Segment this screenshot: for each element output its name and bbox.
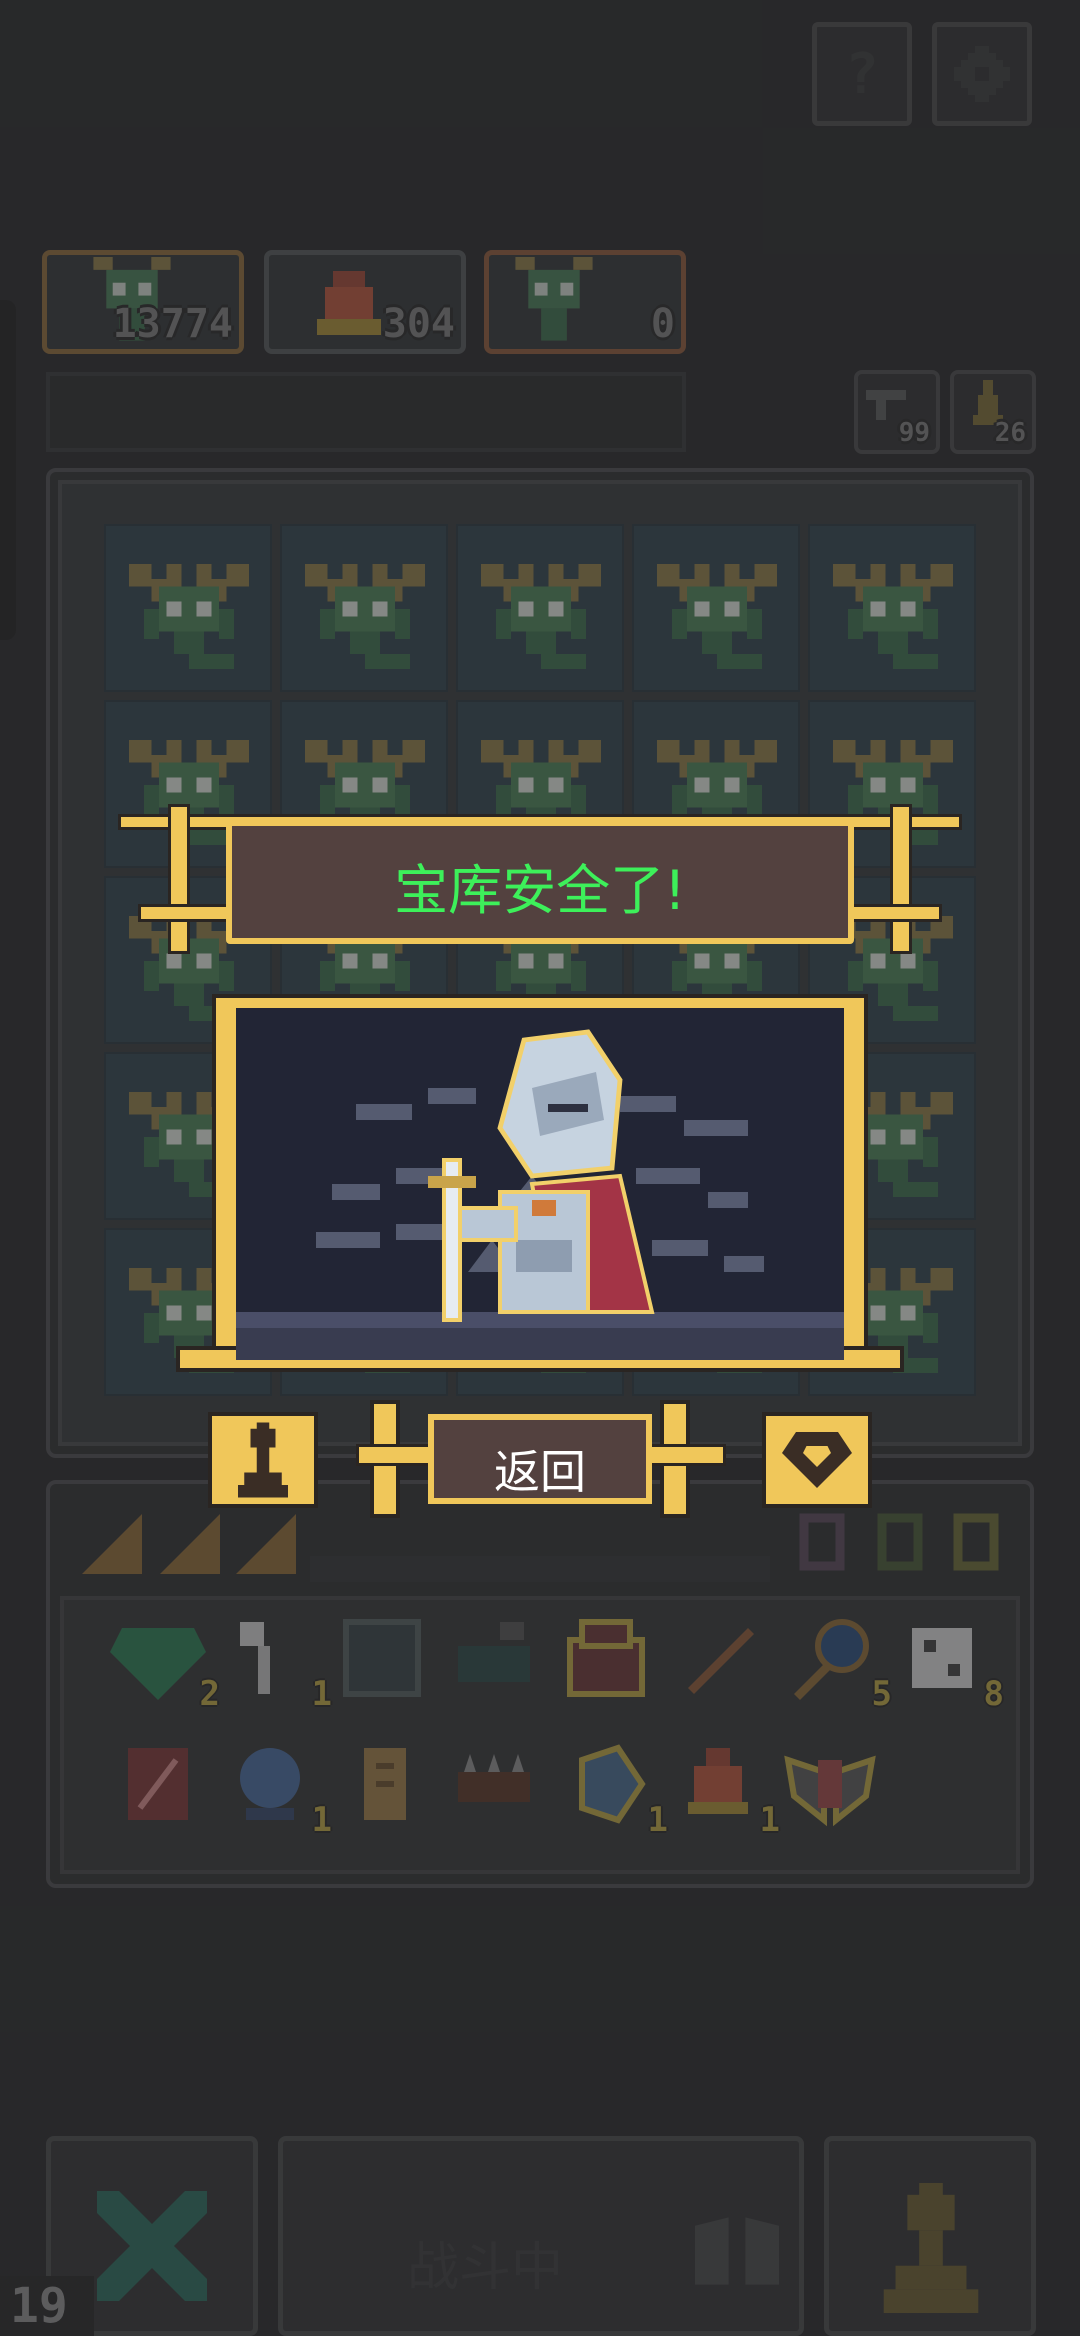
banner-post-right — [890, 804, 912, 954]
back-button-label: 返回 — [494, 1445, 586, 1499]
gem-icon — [782, 1432, 852, 1488]
back-button[interactable]: 返回 — [428, 1414, 652, 1504]
banner-post-left — [168, 804, 190, 954]
knight-portrait — [236, 1029, 844, 1360]
popup-hero-button[interactable] — [208, 1412, 318, 1508]
popup-title: 宝库安全了! — [394, 859, 686, 922]
popup-title-box: 宝库安全了! — [226, 820, 854, 944]
pawn-icon — [238, 1422, 288, 1498]
hero-portrait — [236, 1008, 844, 1360]
popup-gem-button[interactable] — [762, 1412, 872, 1508]
